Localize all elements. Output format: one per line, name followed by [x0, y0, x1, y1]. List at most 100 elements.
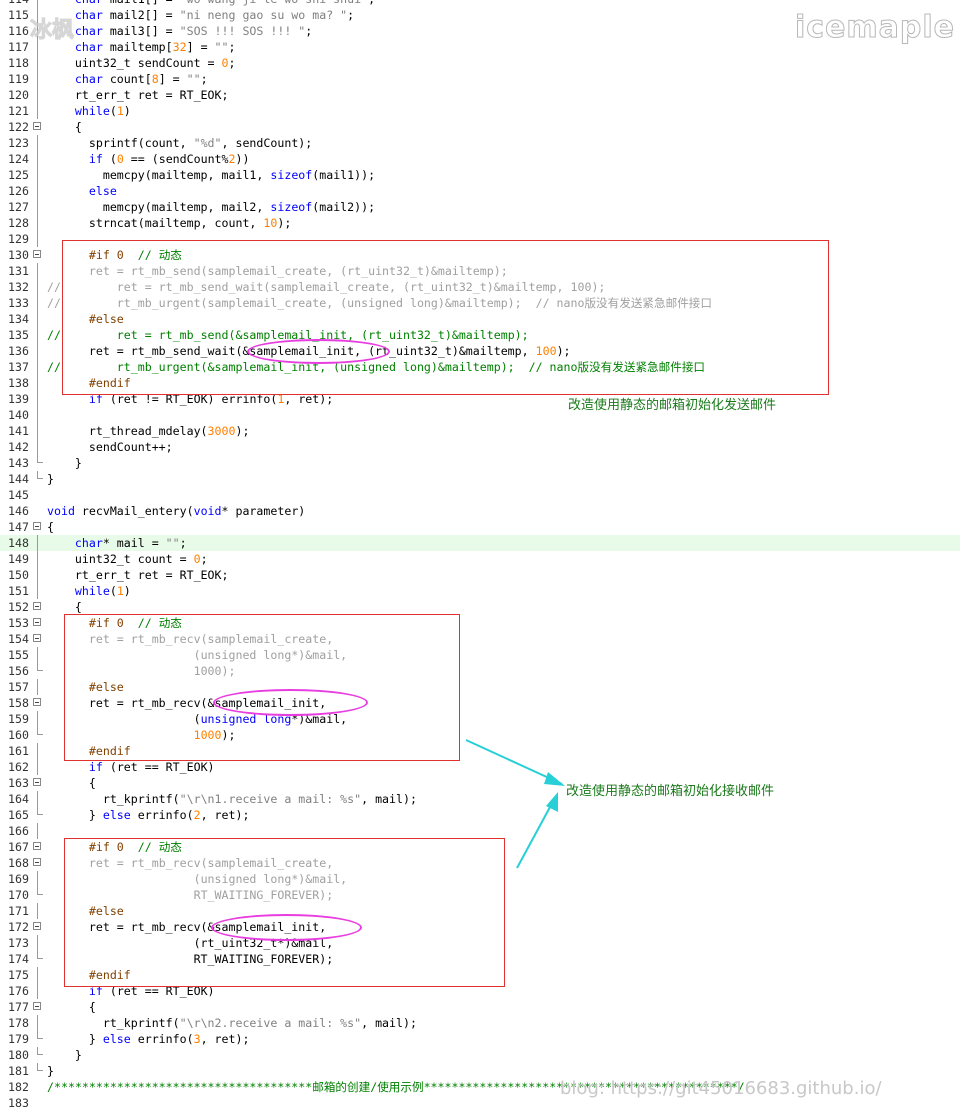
fold-end-marker	[37, 455, 43, 463]
fold-guide-line	[37, 903, 38, 919]
code-line[interactable]: 150 rt_err_t ret = RT_EOK;	[0, 567, 960, 583]
fold-guide-line	[37, 55, 38, 71]
fold-toggle-icon[interactable]	[33, 634, 41, 642]
code-token: rt_kprintf(	[47, 792, 180, 806]
fold-end-marker	[37, 1047, 43, 1055]
line-number: 177	[8, 1000, 29, 1014]
code-line[interactable]: 124 if (0 == (sendCount%2))	[0, 151, 960, 167]
code-line[interactable]: 120 rt_err_t ret = RT_EOK;	[0, 87, 960, 103]
code-line[interactable]: 166	[0, 823, 960, 839]
code-token: mail2[] =	[102, 8, 180, 22]
code-line[interactable]: 119 char count[8] = "";	[0, 71, 960, 87]
fold-guide-line	[37, 1015, 38, 1031]
code-token: count[	[102, 72, 152, 86]
fold-toggle-icon[interactable]	[33, 778, 41, 786]
fold-toggle-icon[interactable]	[33, 922, 41, 930]
fold-guide-line	[37, 375, 38, 391]
code-token: 10	[263, 216, 278, 230]
line-number: 136	[8, 344, 29, 358]
code-token: 1	[116, 104, 124, 118]
code-text: rt_err_t ret = RT_EOK;	[47, 567, 229, 583]
code-line[interactable]: 140	[0, 407, 960, 423]
code-token: char	[74, 40, 103, 54]
fold-toggle-icon[interactable]	[33, 842, 41, 850]
code-token: (	[102, 152, 117, 166]
fold-toggle-icon[interactable]	[33, 250, 41, 258]
code-line[interactable]: 180 }	[0, 1047, 960, 1063]
line-number: 147	[8, 520, 29, 534]
code-line[interactable]: 125 memcpy(mailtemp, mail1, sizeof(mail1…	[0, 167, 960, 183]
fold-toggle-icon[interactable]	[33, 698, 41, 706]
fold-guide-line	[37, 535, 38, 551]
code-text: else	[47, 183, 117, 199]
line-number: 178	[8, 1016, 29, 1030]
line-number: 160	[8, 728, 29, 742]
code-token: 0	[221, 56, 229, 70]
fold-toggle-icon[interactable]	[33, 1002, 41, 1010]
code-line[interactable]: 145	[0, 487, 960, 503]
line-number: 176	[8, 984, 29, 998]
code-line[interactable]: 162 if (ret == RT_EOK)	[0, 759, 960, 775]
code-line[interactable]: 146 void recvMail_entery(void* parameter)	[0, 503, 960, 519]
code-text: char mail2[] = "ni neng gao su wo ma? ";	[47, 7, 354, 23]
code-line[interactable]: 144}	[0, 471, 960, 487]
code-line[interactable]: 179 } else errinfo(3, ret);	[0, 1031, 960, 1047]
fold-guide-line	[37, 215, 38, 231]
code-line[interactable]: 152 {	[0, 599, 960, 615]
code-line[interactable]: 123 sprintf(count, "%d", sendCount);	[0, 135, 960, 151]
code-line[interactable]: 118 uint32_t sendCount = 0;	[0, 55, 960, 71]
code-line[interactable]: 164 rt_kprintf("\r\n1.receive a mail: %s…	[0, 791, 960, 807]
fold-toggle-icon[interactable]	[33, 858, 41, 866]
code-line[interactable]: 165 } else errinfo(2, ret);	[0, 807, 960, 823]
code-token: else	[88, 184, 117, 198]
code-line[interactable]: 122 {	[0, 119, 960, 135]
code-text: }	[47, 455, 82, 471]
code-line[interactable]: 181}	[0, 1063, 960, 1079]
code-line[interactable]: 143 }	[0, 455, 960, 471]
line-number: 167	[8, 840, 29, 854]
code-line[interactable]: 141 rt_thread_mdelay(3000);	[0, 423, 960, 439]
code-token: memcpy(mailtemp, mail1,	[47, 168, 271, 182]
code-line[interactable]: 177 {	[0, 999, 960, 1015]
fold-toggle-icon[interactable]	[33, 618, 41, 626]
fold-guide-line	[37, 983, 38, 999]
code-line[interactable]: 149 uint32_t count = 0;	[0, 551, 960, 567]
code-text: rt_thread_mdelay(3000);	[47, 423, 250, 439]
line-number: 132	[8, 280, 29, 294]
code-line[interactable]: 147 {	[0, 519, 960, 535]
fold-guide-line	[37, 0, 38, 7]
fold-guide-line	[37, 567, 38, 583]
code-text: while(1)	[47, 583, 131, 599]
fold-toggle-icon[interactable]	[33, 602, 41, 610]
code-text: uint32_t sendCount = 0;	[47, 55, 236, 71]
fold-guide-line	[37, 967, 38, 983]
code-line[interactable]: 127 memcpy(mailtemp, mail2, sizeof(mail2…	[0, 199, 960, 215]
fold-guide-line	[37, 743, 38, 759]
code-line[interactable]: 178 rt_kprintf("\r\n2.receive a mail: %s…	[0, 1015, 960, 1031]
code-line[interactable]: 126 else	[0, 183, 960, 199]
fold-toggle-icon[interactable]	[33, 522, 41, 530]
code-line[interactable]: 148 char* mail = "";	[0, 535, 960, 551]
send-static-box	[62, 240, 829, 395]
fold-guide-line	[37, 935, 38, 951]
code-line[interactable]: 151 while(1)	[0, 583, 960, 599]
code-line[interactable]: 142 sendCount++;	[0, 439, 960, 455]
code-token: 0	[193, 552, 201, 566]
line-number: 116	[8, 24, 29, 38]
code-text: sendCount++;	[47, 439, 173, 455]
line-number: 175	[8, 968, 29, 982]
fold-toggle-icon[interactable]	[33, 122, 41, 130]
code-token: mailtemp[	[102, 40, 173, 54]
line-number: 134	[8, 312, 29, 326]
code-line[interactable]: 121 while(1)	[0, 103, 960, 119]
line-number: 150	[8, 568, 29, 582]
code-line[interactable]: 114 char mail1[] = "wo wang ji le wo shi…	[0, 0, 960, 7]
code-token: 8	[151, 72, 159, 86]
code-line[interactable]: 128 strncat(mailtemp, count, 10);	[0, 215, 960, 231]
code-token: 2	[228, 152, 236, 166]
code-line[interactable]: 163 {	[0, 775, 960, 791]
